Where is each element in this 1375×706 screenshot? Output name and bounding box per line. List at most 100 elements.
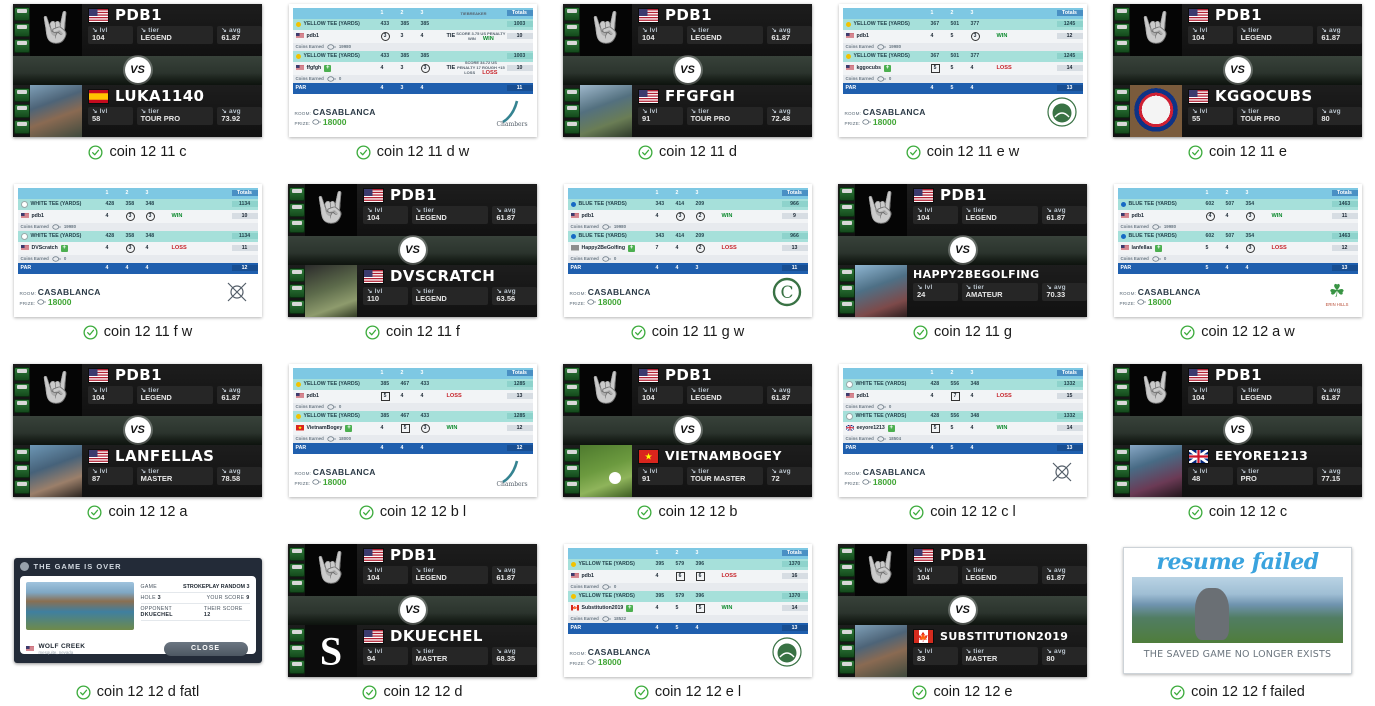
item-filename: coin 12 12 d xyxy=(383,684,463,700)
room-label: ROOM: xyxy=(844,110,862,116)
vs-matchup-thumbnail[interactable]: PDB1 ↘ lvl104 ↘ tierLEGEND ↘ avg61.87 xyxy=(1113,363,1362,497)
vs-matchup-thumbnail[interactable]: PDB1 ↘ lvl104 ↘ tierLEGEND ↘ avg61.87 xyxy=(13,363,262,497)
scorecard-thumbnail[interactable]: 123 Totals YELLOW TEE (YARDS) 385 467 433 … xyxy=(288,363,537,497)
add-friend-icon[interactable]: + xyxy=(628,244,636,252)
stat-lvl: ↘ lvl 48 xyxy=(1188,466,1233,486)
gallery-item[interactable]: 123 Totals YELLOW TEE (YARDS) 385 467 433 … xyxy=(275,360,550,540)
badge-icon xyxy=(839,283,855,298)
checkmark-icon xyxy=(88,144,103,160)
flag-us-icon xyxy=(88,448,109,464)
stat-lvl: ↘ lvl 91 xyxy=(638,106,683,126)
add-friend-icon[interactable]: + xyxy=(345,424,353,432)
scorecard-thumbnail[interactable]: 123 Totals BLUE TEE (YARDS) 602 507 354 14… xyxy=(1113,183,1362,317)
gallery-item[interactable]: PDB1 ↘ lvl104 ↘ tierLEGEND ↘ avg61.87 xyxy=(825,180,1100,360)
thumbnail-container[interactable]: 1 2 3 TIEBREAKER Totals YELLOW TEE (YARDS) … xyxy=(275,0,550,140)
hole-cell: 579 xyxy=(675,593,685,599)
thumbnail-container[interactable]: 123 Totals YELLOW TEE (YARDS) 367 501 377 … xyxy=(825,0,1100,140)
par-total: 12 xyxy=(506,445,533,451)
vs-matchup-thumbnail[interactable]: PDB1 ↘ lvl104 ↘ tierLEGEND ↘ avg61.87 xyxy=(13,3,262,137)
resume-failed-thumbnail[interactable]: resume failed THE SAVED GAME NO LONGER E… xyxy=(1123,546,1352,674)
gallery-item[interactable]: 123 Totals YELLOW TEE (YARDS) 367 501 377 … xyxy=(825,0,1100,180)
gallery-item[interactable]: 1 2 3 TIEBREAKER Totals YELLOW TEE (YARDS) … xyxy=(275,0,550,180)
thumbnail-container[interactable]: PDB1 ↘ lvl104 ↘ tierLEGEND ↘ avg61.87 xyxy=(1100,360,1375,500)
gallery-item[interactable]: PDB1 ↘ lvl104 ↘ tierLEGEND ↘ avg61.87 xyxy=(825,540,1100,706)
thumbnail-container[interactable]: PDB1 ↘ lvl104 ↘ tierLEGEND ↘ avg61.87 xyxy=(550,360,825,500)
gallery-item[interactable]: PDB1 ↘ lvl104 ↘ tierLEGEND ↘ avg61.87 xyxy=(1100,360,1375,540)
gallery-item[interactable]: PDB1 ↘ lvl104 ↘ tierLEGEND ↘ avg61.87 xyxy=(275,540,550,706)
thumbnail-container[interactable]: PDB1 ↘ lvl104 ↘ tierLEGEND ↘ avg61.87 xyxy=(0,0,275,140)
thumbnail-container[interactable]: PDB1 ↘ lvl104 ↘ tierLEGEND ↘ avg61.87 xyxy=(0,360,275,500)
player-stats: ↘ lvl 110 ↘ tier LEGEND ↘ avg 63.56 xyxy=(357,284,537,306)
thumbnail-container[interactable]: PDB1 ↘ lvl104 ↘ tierLEGEND ↘ avg61.87 xyxy=(275,540,550,680)
thumbnail-container[interactable]: PDB1 ↘ lvl104 ↘ tierLEGEND ↘ avg61.87 xyxy=(275,180,550,320)
yardage-cells: 343 414 209 xyxy=(654,201,782,207)
gallery-item[interactable]: resume failed THE SAVED GAME NO LONGER E… xyxy=(1100,540,1375,706)
flag-us-icon xyxy=(570,213,579,219)
vs-matchup-thumbnail[interactable]: PDB1 ↘ lvl104 ↘ tierLEGEND ↘ avg61.87 xyxy=(838,543,1087,677)
scorecard-thumbnail[interactable]: 1 2 3 Totals WHITE TEE (YARDS) 428 556 348 1… xyxy=(838,363,1087,497)
game-over-thumbnail[interactable]: THE GAME IS OVER GAME STROKEPLAY RANDOM 3… xyxy=(13,557,262,663)
thumbnail-container[interactable]: 1 2 3 Totals WHITE TEE (YARDS) 428 556 348 1… xyxy=(825,360,1100,500)
thumbnail-container[interactable]: 123 Totals BLUE TEE (YARDS) 602 507 354 14… xyxy=(1100,180,1375,320)
thumbnail-container[interactable]: 123 Totals WHITE TEE (YARDS) 428 358 348 1… xyxy=(0,180,275,320)
player-stats: ↘ lvl 104 ↘ tier LEGEND ↘ avg 61.87 xyxy=(907,563,1087,585)
vs-matchup-thumbnail[interactable]: PDB1 ↘ lvl104 ↘ tierLEGEND ↘ avg61.87 xyxy=(838,183,1087,317)
player-nickname: PDB1 xyxy=(940,185,987,204)
scorecard-thumbnail[interactable]: 123 Totals WHITE TEE (YARDS) 428 358 348 1… xyxy=(13,183,262,317)
thumbnail-container[interactable]: PDB1 ↘ lvl104 ↘ tierLEGEND ↘ avg61.87 xyxy=(825,180,1100,320)
vs-matchup-thumbnail[interactable]: PDB1 ↘ lvl104 ↘ tierLEGEND ↘ avg61.87 xyxy=(563,363,812,497)
par-cells: 4 3 4 xyxy=(379,85,507,91)
vs-matchup-thumbnail[interactable]: PDB1 ↘ lvl104 ↘ tierLEGEND ↘ avg61.87 xyxy=(288,543,537,677)
item-caption: coin 12 12 b l xyxy=(359,504,466,520)
avatar xyxy=(30,84,82,137)
add-friend-icon[interactable]: + xyxy=(324,64,332,72)
avatar xyxy=(305,264,357,317)
score-cells: 4 6 6 LOSS xyxy=(654,571,782,581)
player-stats: ↘ lvl 87 ↘ tier MASTER ↘ avg 78.58 xyxy=(82,464,262,486)
yardage-total: 1463 xyxy=(1331,201,1358,207)
gallery-item[interactable]: PDB1 ↘ lvl104 ↘ tierLEGEND ↘ avg61.87 xyxy=(550,360,825,540)
gallery-item[interactable]: 1 2 3 Totals WHITE TEE (YARDS) 428 556 348 1… xyxy=(825,360,1100,540)
scorecard-thumbnail[interactable]: 1 2 3 Totals YELLOW TEE (YARDS) 395 579 396 … xyxy=(563,543,812,677)
thumbnail-container[interactable]: resume failed THE SAVED GAME NO LONGER E… xyxy=(1100,540,1375,680)
thumbnail-container[interactable]: 123 Totals YELLOW TEE (YARDS) 385 467 433 … xyxy=(275,360,550,500)
gallery-item[interactable]: 123 Totals BLUE TEE (YARDS) 343 414 209 96… xyxy=(550,180,825,360)
scorecard-grid: 123 Totals WHITE TEE (YARDS) 428 358 348 1… xyxy=(14,184,262,274)
par-cells: 4 4 4 xyxy=(379,445,507,451)
gallery-item[interactable]: PDB1 ↘ lvl104 ↘ tierLEGEND ↘ avg61.87 xyxy=(1100,0,1375,180)
gallery-item[interactable]: PDB1 ↘ lvl104 ↘ tierLEGEND ↘ avg61.87 xyxy=(0,0,275,180)
gallery-item[interactable]: 1 2 3 Totals YELLOW TEE (YARDS) 395 579 396 … xyxy=(550,540,825,706)
close-button[interactable]: CLOSE xyxy=(163,641,248,656)
thumbnail-gallery: PDB1 ↘ lvl104 ↘ tierLEGEND ↘ avg61.87 xyxy=(0,0,1375,706)
checkmark-icon xyxy=(359,504,374,520)
scorecard-thumbnail[interactable]: 123 Totals BLUE TEE (YARDS) 343 414 209 96… xyxy=(563,183,812,317)
gallery-item[interactable]: PDB1 ↘ lvl104 ↘ tierLEGEND ↘ avg61.87 xyxy=(0,360,275,540)
thumbnail-container[interactable]: THE GAME IS OVER GAME STROKEPLAY RANDOM 3… xyxy=(0,540,275,680)
gallery-item[interactable]: PDB1 ↘ lvl104 ↘ tierLEGEND ↘ avg61.87 xyxy=(550,0,825,180)
gallery-item[interactable]: 123 Totals WHITE TEE (YARDS) 428 358 348 1… xyxy=(0,180,275,360)
room-label: ROOM: xyxy=(19,290,37,296)
gallery-item[interactable]: 123 Totals BLUE TEE (YARDS) 602 507 354 14… xyxy=(1100,180,1375,360)
coin-icon xyxy=(327,43,336,50)
vs-matchup-thumbnail[interactable]: PDB1 ↘ lvl104 ↘ tierLEGEND ↘ avg61.87 xyxy=(288,183,537,317)
tee-label: WHITE TEE (YARDS) xyxy=(18,232,104,240)
scorecard-thumbnail[interactable]: 123 Totals YELLOW TEE (YARDS) 367 501 377 … xyxy=(838,3,1087,137)
gallery-item[interactable]: PDB1 ↘ lvl104 ↘ tierLEGEND ↘ avg61.87 xyxy=(275,180,550,360)
vs-matchup-thumbnail[interactable]: PDB1 ↘ lvl104 ↘ tierLEGEND ↘ avg61.87 xyxy=(563,3,812,137)
add-friend-icon[interactable]: + xyxy=(887,424,895,432)
add-friend-icon[interactable]: + xyxy=(60,244,68,252)
thumbnail-container[interactable]: 1 2 3 Totals YELLOW TEE (YARDS) 395 579 396 … xyxy=(550,540,825,680)
scorecard-thumbnail[interactable]: 1 2 3 TIEBREAKER Totals YELLOW TEE (YARDS) … xyxy=(288,3,537,137)
thumbnail-container[interactable]: PDB1 ↘ lvl104 ↘ tierLEGEND ↘ avg61.87 xyxy=(550,0,825,140)
hole-cell: 4 xyxy=(380,85,384,91)
add-friend-icon[interactable]: + xyxy=(626,604,634,612)
gallery-item[interactable]: THE GAME IS OVER GAME STROKEPLAY RANDOM 3… xyxy=(0,540,275,706)
hole-cell: 358 xyxy=(125,233,135,239)
thumbnail-container[interactable]: 123 Totals BLUE TEE (YARDS) 343 414 209 96… xyxy=(550,180,825,320)
thumbnail-container[interactable]: PDB1 ↘ lvl104 ↘ tierLEGEND ↘ avg61.87 xyxy=(825,540,1100,680)
player-label: DVScratch + xyxy=(18,244,104,252)
add-friend-icon[interactable]: + xyxy=(884,64,891,72)
add-friend-icon[interactable]: + xyxy=(1155,244,1163,252)
vs-matchup-thumbnail[interactable]: PDB1 ↘ lvl104 ↘ tierLEGEND ↘ avg61.87 xyxy=(1113,3,1362,137)
thumbnail-container[interactable]: PDB1 ↘ lvl104 ↘ tierLEGEND ↘ avg61.87 xyxy=(1100,0,1375,140)
